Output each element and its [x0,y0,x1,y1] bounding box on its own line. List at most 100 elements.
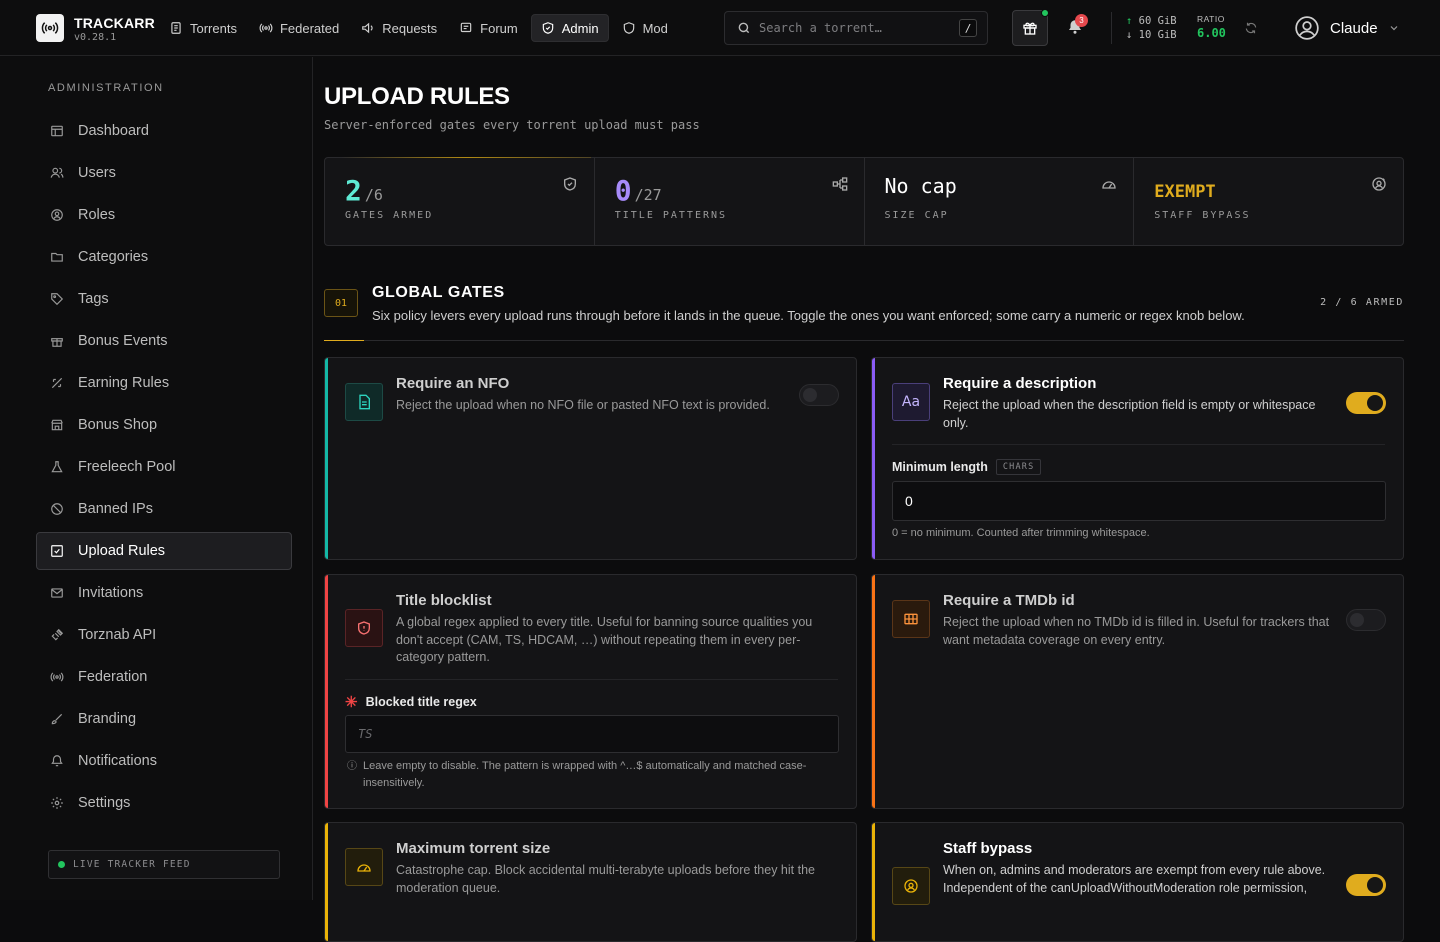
sidebar-item-dashboard[interactable]: Dashboard [36,112,292,150]
download-arrow-icon: ↓ [1126,29,1133,41]
chevron-down-icon [1390,26,1397,31]
search-input[interactable] [759,21,949,35]
ratio: RATIO 6.00 [1197,14,1226,40]
logo-icon[interactable] [36,14,64,42]
refresh-icon[interactable] [1244,21,1258,35]
asterisk-icon: ✳ [345,694,358,711]
nav-mod[interactable]: Mod [613,14,677,42]
sidebar-item-bonus-events[interactable]: Bonus Events [36,322,292,360]
sidebar-item-label: Roles [78,207,116,223]
upload-arrow-icon: ↑ [1126,15,1133,27]
shield-check-icon [542,22,553,34]
megaphone-icon [362,22,373,34]
nav-admin[interactable]: Admin [530,14,609,42]
sidebar-item-roles[interactable]: Roles [36,196,292,234]
main-nav: Torrents Federated Requests Forum Admin … [160,14,677,42]
card-title: Staff bypass [943,840,1033,857]
sidebar-item-users[interactable]: Users [36,154,292,192]
sidebar-item-branding[interactable]: Branding [36,700,292,738]
description-toggle[interactable] [1346,392,1386,414]
page-title: UPLOAD RULES [324,83,510,110]
toggle-knob [803,388,817,402]
nav-label: Admin [561,20,599,36]
sidebar-item-bonus-shop[interactable]: Bonus Shop [36,406,292,444]
gate-card-title-blocklist: Title blocklist A global regex applied t… [324,574,857,809]
nav-torrents[interactable]: Torrents [160,14,246,42]
nav-label: Forum [480,20,518,36]
film-icon [892,600,930,638]
blocked-regex-input[interactable] [345,715,839,753]
sidebar-item-earning-rules[interactable]: Earning Rules [36,364,292,402]
live-status-dot [58,861,65,868]
sidebar-item-label: Federation [78,669,148,685]
stat-value: EXEMPT [1154,182,1216,202]
stat-staff-bypass: EXEMPT STAFF BYPASS [1134,158,1403,245]
stat-label: TITLE PATTERNS [614,210,728,221]
user-badge-icon [892,867,930,905]
sliders-icon [51,377,63,389]
sidebar-item-settings[interactable]: Settings [36,784,292,822]
stat-value: No cap [884,174,957,198]
gate-card-tmdb: Require a TMDb id Reject the upload when… [871,574,1404,809]
page-subtitle: Server-enforced gates every torrent uplo… [324,118,700,132]
sidebar-item-label: Settings [78,795,131,811]
card-description: Reject the upload when the description f… [943,398,1316,430]
min-length-input[interactable] [892,481,1386,521]
sidebar-item-invitations[interactable]: Invitations [36,574,292,612]
mail-icon [51,588,63,598]
main-content: UPLOAD RULES Server-enforced gates every… [324,57,1404,942]
stat-label: SIZE CAP [884,210,949,221]
nav-federated[interactable]: Federated [250,14,348,42]
info-icon: ⓘ [347,761,357,772]
users-icon [50,167,64,178]
admin-sidebar: ADMINISTRATION Dashboard Users Roles Cat… [0,57,313,900]
gift-button[interactable] [1012,9,1049,46]
nav-label: Mod [642,20,668,36]
sidebar-item-federation[interactable]: Federation [36,658,292,696]
field-help-row: ⓘ Leave empty to disable. The pattern is… [347,758,817,792]
card-divider [892,444,1385,445]
sidebar-item-freeleech-pool[interactable]: Freeleech Pool [36,448,292,486]
stat-denominator: /6 [364,186,383,204]
nav-requests[interactable]: Requests [352,14,446,42]
card-accent [325,358,328,559]
search-box[interactable]: / [724,11,988,45]
sidebar-item-upload-rules[interactable]: Upload Rules [36,532,292,570]
sidebar-item-notifications[interactable]: Notifications [36,742,292,780]
gauge-icon [345,848,383,886]
sidebar-item-label: Bonus Shop [78,417,158,433]
min-length-label: Minimum length CHARS [892,459,1042,475]
sidebar-item-banned-ips[interactable]: Banned IPs [36,490,292,528]
tmdb-toggle[interactable] [1346,609,1386,631]
sidebar-item-torznab-api[interactable]: Torznab API [36,616,292,654]
sidebar-item-label: Categories [78,249,149,265]
staff-bypass-toggle[interactable] [1346,874,1386,896]
text-format-icon: Aa [892,383,930,421]
stat-value: 0 [614,174,632,207]
section-title: GLOBAL GATES [372,284,505,301]
app-name[interactable]: TRACKARR [74,15,155,31]
nav-label: Torrents [190,20,237,36]
section-number: 01 [324,289,358,317]
flask-icon [51,461,63,473]
gear-icon [51,797,63,809]
sidebar-item-label: Dashboard [78,123,149,139]
nav-forum[interactable]: Forum [450,14,527,42]
nfo-file-icon [345,383,383,421]
live-tracker-feed[interactable]: LIVE TRACKER FEED [48,850,280,879]
gate-card-description: Aa Require a description Reject the uplo… [871,357,1404,560]
nfo-toggle[interactable] [799,384,839,406]
sidebar-item-tags[interactable]: Tags [36,280,292,318]
notifications-button[interactable]: 3 [1066,14,1088,38]
section-description: Six policy levers every upload runs thro… [372,308,1245,323]
torrents-icon [171,22,181,34]
field-help: Leave empty to disable. The pattern is w… [363,760,807,789]
roles-icon [51,209,63,221]
toggle-knob [1350,613,1364,627]
user-menu[interactable]: Claude [1294,15,1400,41]
search-shortcut-key: / [959,19,977,37]
sidebar-item-categories[interactable]: Categories [36,238,292,276]
shield-check-icon [563,177,576,191]
nav-label: Requests [382,20,438,36]
field-help: 0 = no minimum. Counted after trimming w… [892,527,1150,539]
